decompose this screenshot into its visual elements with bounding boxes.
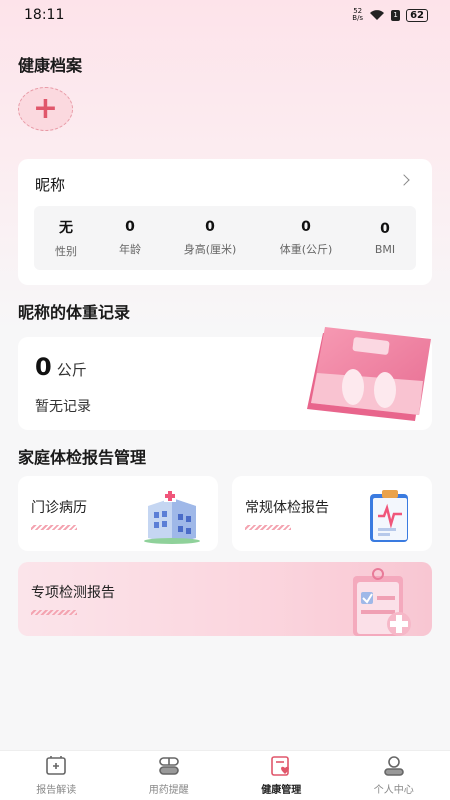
bottom-tab-bar: 报告解读 用药提醒 健康管理 个人中心 bbox=[0, 750, 450, 800]
stat-height: 0 身高(厘米) bbox=[183, 219, 237, 256]
pill-icon bbox=[158, 757, 179, 775]
add-profile-button[interactable]: + bbox=[18, 87, 73, 131]
plus-icon: + bbox=[32, 91, 59, 126]
weight-empty-text: 暂无记录 bbox=[35, 399, 91, 415]
status-icons: 52 B/s 1 62 bbox=[352, 8, 428, 22]
routine-checkup-card[interactable]: 常规体检报告 bbox=[232, 476, 432, 551]
report-read-icon bbox=[46, 756, 67, 775]
routine-checkup-label: 常规体检报告 bbox=[245, 500, 329, 516]
weight-record-card[interactable]: 0 公斤 暂无记录 bbox=[18, 327, 432, 430]
weight-value-group: 0 公斤 bbox=[35, 353, 87, 381]
tab-personal-center[interactable]: 个人中心 bbox=[338, 751, 450, 800]
tab-report-interpretation[interactable]: 报告解读 bbox=[0, 751, 113, 800]
weight-record-title: 昵称的体重记录 bbox=[18, 303, 131, 322]
stat-bmi: 0 BMI bbox=[374, 220, 396, 256]
battery-icon: 62 bbox=[406, 8, 428, 22]
stat-age: 0 年龄 bbox=[119, 219, 141, 256]
weight-value: 0 bbox=[35, 353, 52, 381]
stat-weight: 0 体重(公斤) bbox=[279, 219, 333, 256]
wifi-icon bbox=[370, 10, 385, 20]
profile-stats: 无 性别 0 年龄 0 身高(厘米) 0 体重(公斤) 0 BMI bbox=[34, 206, 416, 270]
decorative-stripe bbox=[31, 525, 77, 530]
clipboard-report-icon bbox=[370, 490, 408, 542]
health-manage-icon bbox=[271, 756, 290, 776]
test-report-icon bbox=[353, 568, 411, 636]
profile-card[interactable]: 昵称 无 性别 0 年龄 0 身高(厘米) 0 体重(公斤) 0 BMI bbox=[18, 159, 432, 285]
outpatient-record-card[interactable]: 门诊病历 bbox=[18, 476, 218, 551]
decorative-stripe bbox=[245, 525, 291, 530]
net-speed: 52 B/s bbox=[352, 7, 364, 22]
tab-health-management[interactable]: 健康管理 bbox=[225, 751, 338, 800]
tab-medication-reminder[interactable]: 用药提醒 bbox=[113, 751, 226, 800]
hospital-icon bbox=[144, 490, 200, 544]
family-reports-title: 家庭体检报告管理 bbox=[18, 448, 147, 467]
health-profile-title: 健康档案 bbox=[18, 56, 83, 75]
special-test-report-label: 专项检测报告 bbox=[31, 585, 115, 601]
outpatient-record-label: 门诊病历 bbox=[31, 500, 87, 516]
status-bar: 18:11 52 B/s 1 62 bbox=[0, 0, 450, 30]
special-test-report-card[interactable]: 专项检测报告 bbox=[18, 562, 432, 636]
profile-nickname: 昵称 bbox=[35, 176, 66, 194]
status-time: 18:11 bbox=[24, 7, 65, 23]
scale-icon bbox=[307, 327, 431, 421]
weight-unit: 公斤 bbox=[56, 361, 87, 379]
decorative-stripe bbox=[31, 610, 77, 615]
stat-gender: 无 性别 bbox=[55, 220, 77, 258]
sim-icon: 1 bbox=[391, 9, 401, 21]
user-icon bbox=[383, 756, 404, 776]
chevron-right-icon[interactable] bbox=[398, 174, 410, 186]
